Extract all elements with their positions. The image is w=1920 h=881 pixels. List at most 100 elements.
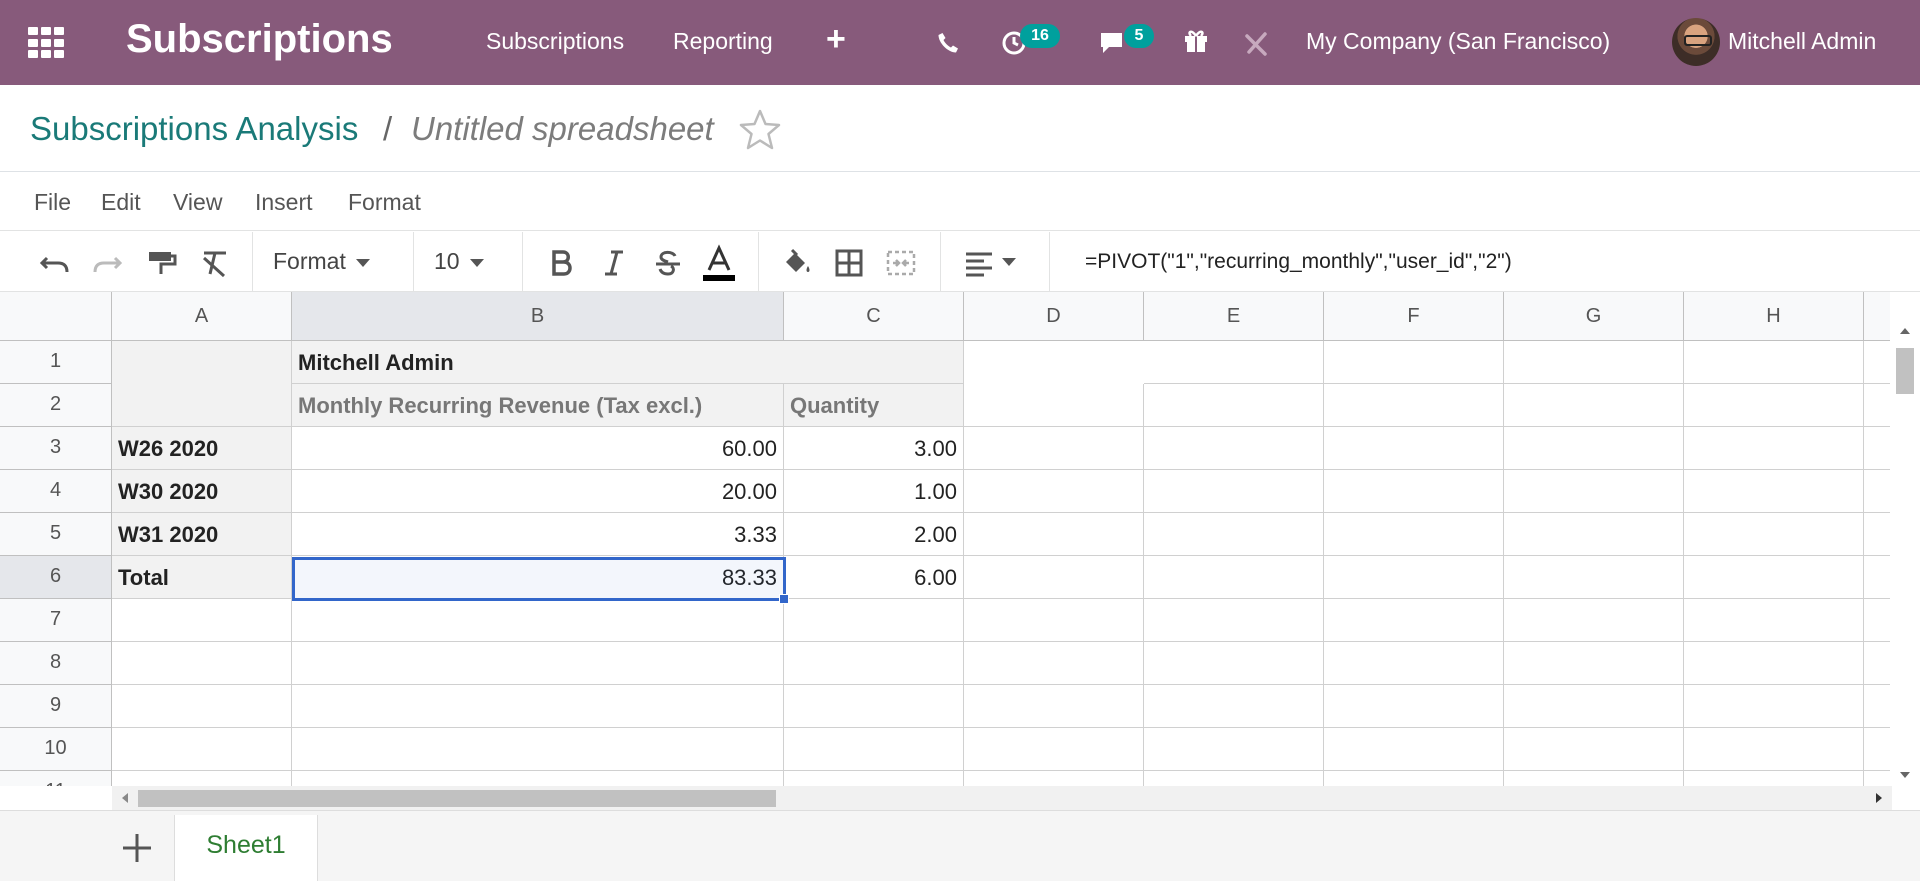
scroll-right-icon[interactable]	[1876, 793, 1882, 803]
autofill-handle[interactable]	[779, 594, 789, 604]
cell-c4[interactable]: 1.00	[784, 470, 964, 513]
empty-cell[interactable]	[1504, 513, 1684, 556]
empty-cell[interactable]	[1684, 556, 1864, 599]
cell-c6[interactable]: 6.00	[784, 556, 964, 599]
horizontal-scrollbar[interactable]	[112, 786, 1892, 810]
borders-icon[interactable]	[832, 246, 866, 280]
cell-c3[interactable]: 3.00	[784, 427, 964, 470]
empty-cell[interactable]	[964, 685, 1144, 728]
col-header-a[interactable]: A	[112, 292, 292, 341]
cell-a1-a2[interactable]	[112, 341, 292, 427]
empty-cell[interactable]	[1684, 470, 1864, 513]
empty-cell[interactable]	[1144, 470, 1324, 513]
text-color-icon[interactable]	[701, 244, 737, 284]
empty-cell[interactable]	[1144, 599, 1324, 642]
empty-cell[interactable]	[1144, 685, 1324, 728]
empty-cell[interactable]	[1864, 470, 1890, 513]
empty-cell[interactable]	[1324, 771, 1504, 786]
empty-cell[interactable]	[784, 728, 964, 771]
clear-format-icon[interactable]	[198, 246, 232, 280]
empty-cell[interactable]	[1684, 685, 1864, 728]
empty-cell[interactable]	[1324, 427, 1504, 470]
empty-cell[interactable]	[292, 685, 784, 728]
col-header-e[interactable]: E	[1144, 292, 1324, 341]
col-header-next[interactable]	[1864, 292, 1890, 341]
cell-a3[interactable]: W26 2020	[112, 427, 292, 470]
merge-cells-icon[interactable]	[884, 246, 918, 280]
menu-subscriptions[interactable]: Subscriptions	[486, 28, 624, 55]
empty-cell[interactable]	[1504, 642, 1684, 685]
empty-cell[interactable]	[1684, 341, 1864, 384]
empty-cell[interactable]	[1324, 513, 1504, 556]
col-header-g[interactable]: G	[1504, 292, 1684, 341]
col-header-d[interactable]: D	[964, 292, 1144, 341]
empty-cell[interactable]	[1144, 341, 1324, 384]
empty-cell[interactable]	[1864, 341, 1890, 384]
empty-cell[interactable]	[1324, 599, 1504, 642]
cell-c5[interactable]: 2.00	[784, 513, 964, 556]
menu-edit[interactable]: Edit	[101, 189, 141, 216]
empty-cell[interactable]	[1864, 556, 1890, 599]
empty-cell[interactable]	[1684, 642, 1864, 685]
debug-tools-icon[interactable]	[1244, 31, 1270, 57]
row-header-2[interactable]: 2	[0, 384, 112, 427]
col-header-f[interactable]: F	[1324, 292, 1504, 341]
vertical-scroll-thumb[interactable]	[1896, 348, 1914, 394]
empty-cell[interactable]	[1324, 384, 1504, 427]
phone-icon[interactable]	[936, 31, 960, 55]
empty-cell[interactable]	[1144, 771, 1324, 786]
empty-cell[interactable]	[1504, 384, 1684, 427]
formula-bar-input[interactable]: =PIVOT("1","recurring_monthly","user_id"…	[1085, 250, 1512, 274]
apps-menu-icon[interactable]	[28, 27, 66, 59]
breadcrumb-parent-link[interactable]: Subscriptions Analysis	[30, 110, 358, 148]
row-header-4[interactable]: 4	[0, 470, 112, 513]
empty-cell[interactable]	[1324, 556, 1504, 599]
empty-cell[interactable]	[292, 728, 784, 771]
align-left-icon[interactable]	[962, 246, 996, 280]
bold-icon[interactable]	[544, 246, 578, 280]
menu-insert[interactable]: Insert	[255, 189, 313, 216]
spreadsheet-grid[interactable]: A B C D E F G H 1 2 3 4 5 6 7 8 9 10 11 …	[0, 292, 1890, 786]
empty-cell[interactable]	[1504, 728, 1684, 771]
grid-corner[interactable]	[0, 292, 112, 341]
italic-icon[interactable]	[597, 246, 631, 280]
empty-cell[interactable]	[1504, 341, 1684, 384]
empty-cell[interactable]	[1144, 427, 1324, 470]
empty-cell[interactable]	[1324, 341, 1504, 384]
empty-cell[interactable]	[292, 771, 784, 786]
empty-cell[interactable]	[1144, 513, 1324, 556]
user-avatar[interactable]	[1672, 18, 1720, 66]
gift-icon[interactable]	[1182, 27, 1210, 55]
empty-cell[interactable]	[112, 599, 292, 642]
empty-cell[interactable]	[964, 384, 1144, 427]
row-header-11[interactable]: 11	[0, 771, 112, 786]
empty-cell[interactable]	[1864, 427, 1890, 470]
menu-reporting[interactable]: Reporting	[673, 28, 773, 55]
strikethrough-icon[interactable]	[651, 246, 685, 280]
empty-cell[interactable]	[1504, 771, 1684, 786]
menu-file[interactable]: File	[34, 189, 71, 216]
empty-cell[interactable]	[964, 470, 1144, 513]
empty-cell[interactable]	[964, 427, 1144, 470]
row-header-10[interactable]: 10	[0, 728, 112, 771]
empty-cell[interactable]	[1684, 728, 1864, 771]
empty-cell[interactable]	[784, 771, 964, 786]
row-header-8[interactable]: 8	[0, 642, 112, 685]
row-header-5[interactable]: 5	[0, 513, 112, 556]
empty-cell[interactable]	[1864, 513, 1890, 556]
menu-format[interactable]: Format	[348, 189, 421, 216]
add-sheet-plus-icon[interactable]	[118, 829, 156, 867]
empty-cell[interactable]	[1864, 642, 1890, 685]
row-header-9[interactable]: 9	[0, 685, 112, 728]
empty-cell[interactable]	[964, 642, 1144, 685]
user-menu[interactable]: Mitchell Admin	[1728, 28, 1876, 55]
row-header-6[interactable]: 6	[0, 556, 112, 599]
empty-cell[interactable]	[292, 642, 784, 685]
empty-cell[interactable]	[1324, 685, 1504, 728]
cell-b4[interactable]: 20.00	[292, 470, 784, 513]
cell-b3[interactable]: 60.00	[292, 427, 784, 470]
empty-cell[interactable]	[784, 642, 964, 685]
scroll-up-icon[interactable]	[1900, 328, 1910, 334]
empty-cell[interactable]	[1144, 728, 1324, 771]
chevron-down-icon[interactable]	[1002, 258, 1016, 266]
